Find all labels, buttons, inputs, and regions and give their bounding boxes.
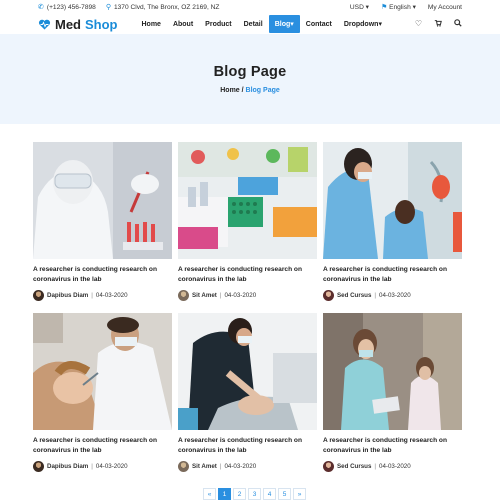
blog-card: A researcher is conducting research on c… [178,142,317,313]
avatar [33,290,44,301]
pagination-page-1[interactable]: 1 [218,488,231,500]
address-text: 1370 Clvd, The Bronx, OZ 2169, NZ [113,3,220,11]
flag-icon: ⚑ [380,4,388,11]
avatar [178,461,189,472]
language-dropdown[interactable]: ⚑ English ▾ [381,3,416,11]
chevron-down-icon: ▾ [412,4,416,11]
nav-item-about[interactable]: About [167,16,199,33]
blog-card: A researcher is conducting research on c… [33,313,172,484]
blog-card-title[interactable]: A researcher is conducting research on c… [33,265,172,284]
heart-icon[interactable]: ♡ [415,19,422,29]
blog-card-title[interactable]: A researcher is conducting research on c… [323,436,462,455]
blog-card-meta: Dapibus Diam | 04-03-2020 [33,290,172,301]
author-name[interactable]: Sed Cursus [337,292,371,299]
top-info-bar: ✆ (+123) 456-7898 ⚲ 1370 Clvd, The Bronx… [0,0,500,14]
blog-grid: A researcher is conducting research on c… [33,142,462,484]
nav-menu: Home About Product Detail Blog▾ Contact … [136,15,388,33]
breadcrumb: Home / Blog Page [0,87,500,94]
post-date: 04-03-2020 [95,292,128,299]
post-date: 04-03-2020 [224,463,257,470]
nav-item-dropdown-label: Dropdown [343,21,379,28]
chevron-down-icon: ▾ [365,4,369,11]
blog-card-meta: Sit Amet | 04-03-2020 [178,461,317,472]
blog-card-meta: Sed Cursus | 04-03-2020 [323,290,462,301]
blog-card-title[interactable]: A researcher is conducting research on c… [178,436,317,455]
avatar [323,290,334,301]
blog-post-image-lab-researcher[interactable] [33,142,172,259]
blog-post-image-lab-samples[interactable] [178,142,317,259]
blog-post-image-dental-chair[interactable] [178,313,317,430]
pagination-page-5[interactable]: 5 [278,488,291,500]
breadcrumb-home[interactable]: Home [220,87,239,94]
nav-item-blog[interactable]: Blog▾ [268,15,300,33]
blog-card: A researcher is conducting research on c… [33,142,172,313]
blog-card-title[interactable]: A researcher is conducting research on c… [323,265,462,284]
pagination: « 1 2 3 4 5 » [203,488,306,500]
nav-item-detail[interactable]: Detail [238,16,269,33]
pagination-next[interactable]: » [293,488,306,500]
blog-post-image-dentist-patient[interactable] [323,142,462,259]
post-date: 04-03-2020 [379,463,411,470]
post-date: 04-03-2020 [224,292,257,299]
chevron-down-icon: ▾ [290,21,294,28]
pagination-page-2[interactable]: 2 [233,488,246,500]
pagination-prev[interactable]: « [203,488,216,500]
author-name[interactable]: Sit Amet [192,292,217,299]
search-icon[interactable] [454,19,462,29]
nav-item-blog-label: Blog [274,21,291,28]
blog-card-meta: Sed Cursus | 04-03-2020 [323,461,462,472]
cart-icon[interactable] [434,19,442,29]
currency-dropdown[interactable]: USD ▾ [350,3,369,11]
page-hero: Blog Page Home / Blog Page [0,34,500,124]
blog-card-title[interactable]: A researcher is conducting research on c… [33,436,172,455]
phone-icon: ✆ [38,4,44,11]
pagination-page-3[interactable]: 3 [248,488,261,500]
author-name[interactable]: Dapibus Diam [47,292,88,299]
blog-post-image-dentist-child[interactable] [33,313,172,430]
meta-separator: | [374,292,376,299]
logo-text-med: Med [55,16,81,32]
phone-text: (+123) 456-7898 [46,3,96,11]
main-navbar: Med Shop Home About Product Detail Blog▾… [0,14,500,34]
currency-label: USD [349,4,364,11]
avatar [178,290,189,301]
language-label: English [389,4,411,11]
post-date: 04-03-2020 [379,292,411,299]
blog-card-title[interactable]: A researcher is conducting research on c… [178,265,317,284]
meta-separator: | [374,463,376,470]
blog-card-meta: Sit Amet | 04-03-2020 [178,290,317,301]
blog-card: A researcher is conducting research on c… [178,313,317,484]
meta-separator: | [91,463,93,470]
logo-text-shop: Shop [85,16,118,32]
phone-info: ✆ (+123) 456-7898 [38,3,96,12]
avatar [323,461,334,472]
breadcrumb-current: Blog Page [245,87,280,94]
blog-post-image-nurse-clipboard[interactable] [323,313,462,430]
meta-separator: | [219,292,222,299]
author-name[interactable]: Dapibus Diam [47,463,88,470]
author-name[interactable]: Sed Cursus [337,463,371,470]
avatar [33,461,44,472]
author-name[interactable]: Sit Amet [192,463,217,470]
nav-item-product[interactable]: Product [199,16,237,33]
blog-card-meta: Dapibus Diam | 04-03-2020 [33,461,172,472]
my-account-link[interactable]: My Account [428,4,462,11]
nav-item-home[interactable]: Home [136,16,167,33]
nav-item-dropdown[interactable]: Dropdown▾ [338,15,388,33]
page-title: Blog Page [213,64,287,80]
site-logo[interactable]: Med Shop [38,17,118,32]
blog-card: A researcher is conducting research on c… [323,313,462,484]
meta-separator: | [91,292,93,299]
map-pin-icon: ⚲ [105,4,111,11]
post-date: 04-03-2020 [95,463,128,470]
pagination-page-4[interactable]: 4 [263,488,276,500]
blog-card: A researcher is conducting research on c… [323,142,462,313]
address-info: ⚲ 1370 Clvd, The Bronx, OZ 2169, NZ [105,3,220,12]
nav-item-contact[interactable]: Contact [300,16,338,33]
meta-separator: | [219,463,222,470]
heart-pulse-icon [38,19,51,29]
chevron-down-icon: ▾ [378,21,382,28]
